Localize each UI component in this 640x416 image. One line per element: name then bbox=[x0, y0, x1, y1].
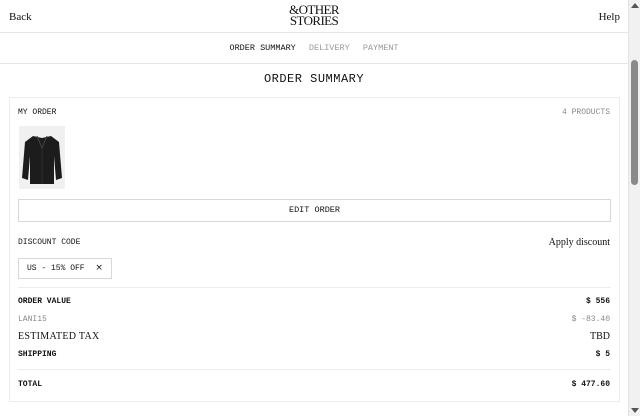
page-title: ORDER SUMMARY bbox=[263, 72, 365, 86]
shipping-value: $ 5 bbox=[595, 350, 610, 359]
discount-chip: US - 15% OFF × bbox=[18, 258, 112, 279]
order-value-label: ORDER VALUE bbox=[18, 297, 71, 306]
logo-line-2: STORIES bbox=[289, 13, 339, 28]
top-header: Back &OTHER STORIES Help bbox=[0, 0, 628, 33]
page-scrollbar[interactable] bbox=[628, 0, 640, 416]
total-value: $ 477.60 bbox=[571, 380, 610, 389]
order-summary-card: MY ORDER 4 PRODUCTS EDIT ORDER DISCOUNT … bbox=[9, 97, 620, 402]
remove-discount-icon[interactable]: × bbox=[95, 263, 103, 273]
product-thumbnail[interactable] bbox=[19, 126, 65, 189]
product-count: 4 PRODUCTS bbox=[561, 108, 610, 117]
order-value: $ 556 bbox=[585, 297, 610, 306]
divider bbox=[18, 369, 611, 370]
scroll-up-icon[interactable] bbox=[631, 3, 639, 8]
help-link[interactable]: Help bbox=[599, 11, 620, 23]
cardigan-image-icon bbox=[22, 135, 62, 184]
checkout-steps: ORDER SUMMARY DELIVERY PAYMENT bbox=[0, 34, 628, 64]
edit-order-button[interactable]: EDIT ORDER bbox=[18, 199, 611, 222]
discount-chip-label: US - 15% OFF bbox=[27, 264, 85, 273]
my-order-label: MY ORDER bbox=[18, 108, 57, 117]
estimated-tax-value: TBD bbox=[590, 331, 610, 342]
total-label: TOTAL bbox=[18, 380, 43, 389]
step-order-summary[interactable]: ORDER SUMMARY bbox=[229, 34, 295, 62]
divider bbox=[18, 287, 611, 288]
scroll-down-icon[interactable] bbox=[631, 408, 639, 413]
shipping-label: SHIPPING bbox=[18, 350, 57, 359]
brand-logo[interactable]: &OTHER STORIES bbox=[0, 3, 628, 28]
estimated-tax-label: ESTIMATED TAX bbox=[18, 331, 100, 342]
discount-code-applied-label: LANI15 bbox=[18, 315, 47, 324]
step-delivery[interactable]: DELIVERY bbox=[309, 34, 350, 62]
step-payment[interactable]: PAYMENT bbox=[363, 34, 399, 62]
scrollbar-thumb[interactable] bbox=[631, 60, 638, 185]
apply-discount-link[interactable]: Apply discount bbox=[549, 237, 610, 248]
discount-code-label: DISCOUNT CODE bbox=[18, 238, 81, 247]
discount-code-applied-value: $ -83.40 bbox=[571, 315, 610, 324]
